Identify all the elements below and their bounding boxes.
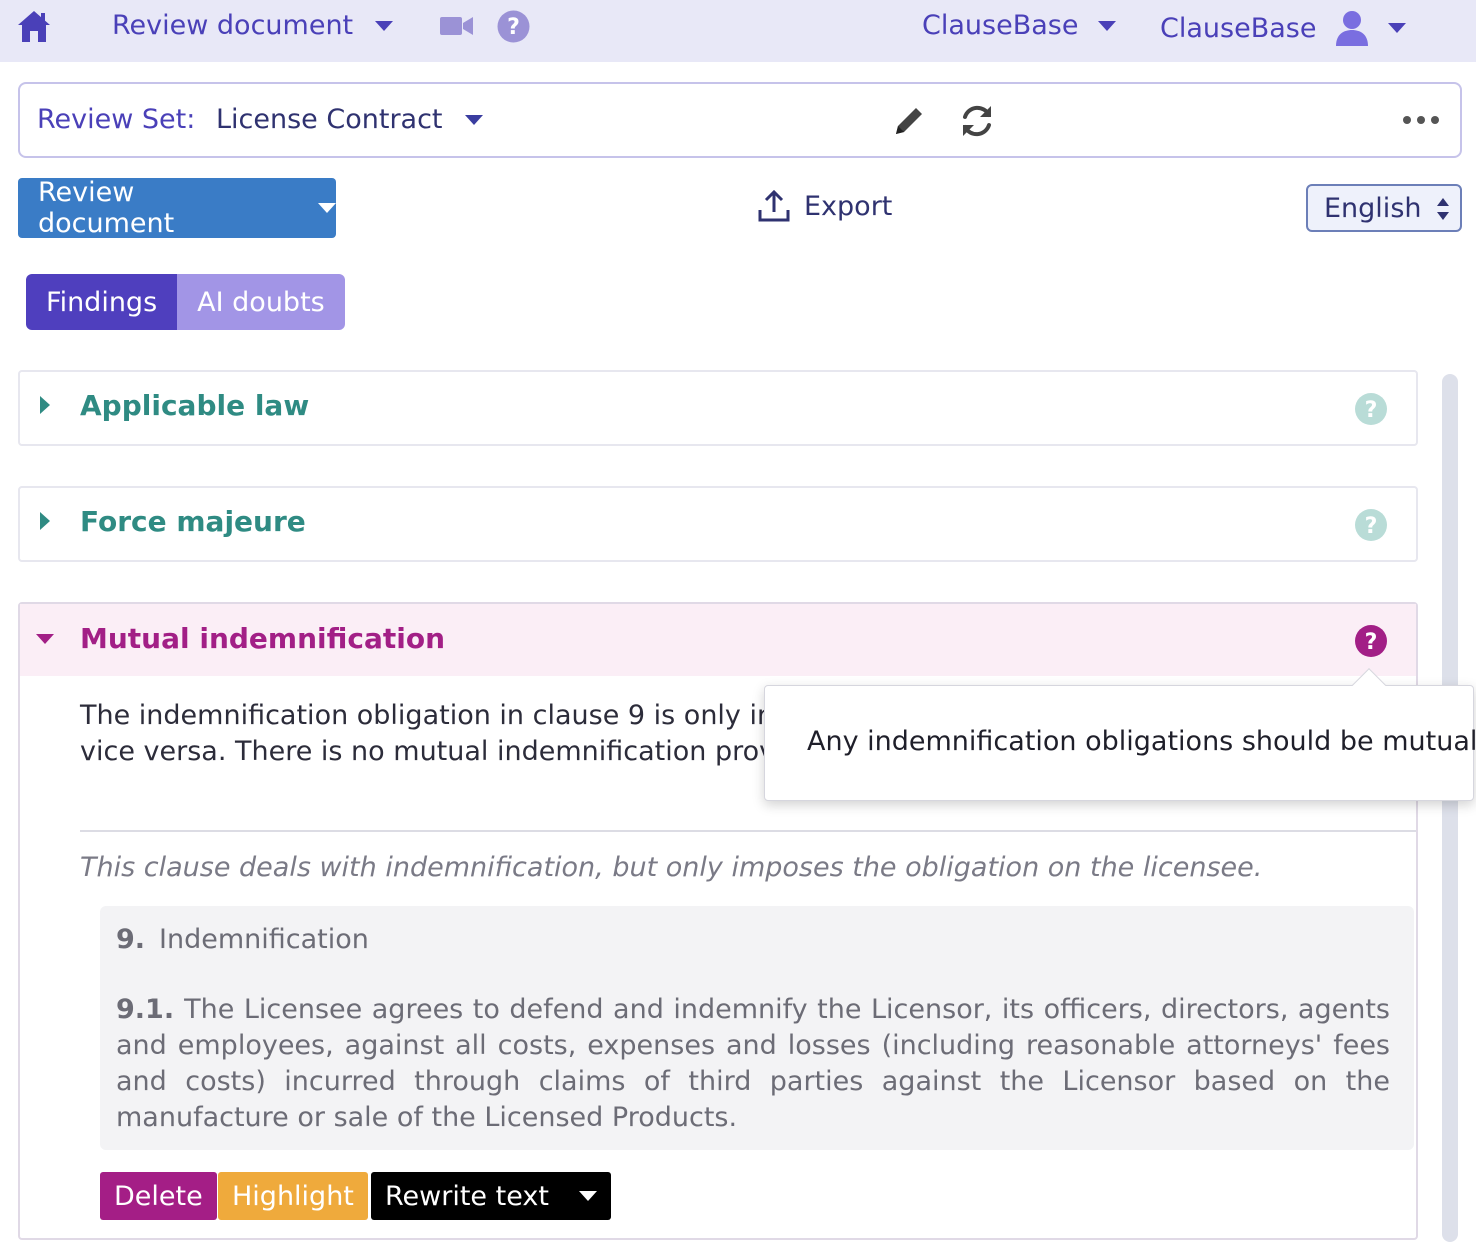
export-button[interactable]: Export — [756, 188, 892, 224]
expand-arrow-icon — [40, 396, 50, 414]
review-set-value: License Contract — [216, 104, 443, 135]
clause-body: 9.1. The Licensee agrees to defend and in… — [116, 992, 1390, 1136]
finding-note: This clause deals with indemnification, … — [80, 852, 1263, 883]
up-down-arrows-icon — [1437, 198, 1449, 220]
help-icon[interactable]: ? — [1354, 624, 1388, 658]
panel-header[interactable]: Mutual indemnification ? — [20, 604, 1416, 676]
svg-text:?: ? — [1365, 514, 1378, 539]
tab-findings[interactable]: Findings — [26, 274, 178, 330]
workspace-menu[interactable]: ClauseBase — [922, 10, 1117, 41]
chevron-down-icon — [318, 203, 336, 213]
chevron-down-icon — [375, 20, 394, 31]
review-document-button[interactable]: Review document — [18, 177, 336, 239]
chevron-down-icon — [464, 114, 483, 125]
review-set-bar: Review Set: License Contract — [18, 82, 1462, 158]
panel-title: Mutual indemnification — [80, 622, 446, 655]
review-document-label: Review document — [38, 177, 175, 239]
panel-force-majeure[interactable]: Force majeure ? — [18, 486, 1418, 562]
home-icon[interactable] — [16, 8, 52, 44]
rewrite-text-label: Rewrite text — [385, 1180, 549, 1212]
svg-text:?: ? — [1365, 398, 1378, 423]
help-icon[interactable]: ? — [1354, 508, 1388, 542]
user-menu[interactable]: ClauseBase — [1160, 10, 1407, 46]
clause-excerpt: 9. Indemnification 9.1. The Licensee agree… — [100, 906, 1414, 1150]
chevron-down-icon — [578, 1191, 597, 1201]
nav-title-label: Review document — [112, 10, 354, 41]
panel-applicable-law[interactable]: Applicable law ? — [18, 370, 1418, 446]
review-set-label: Review Set: — [37, 104, 196, 135]
highlight-button[interactable]: Highlight — [218, 1172, 368, 1220]
rewrite-text-button[interactable]: Rewrite text — [371, 1172, 611, 1220]
refresh-icon[interactable] — [958, 102, 996, 140]
user-label: ClauseBase — [1160, 12, 1317, 44]
export-label: Export — [804, 190, 893, 222]
clause-subnumber: 9.1. — [116, 994, 175, 1025]
clause-number: 9. — [116, 924, 146, 955]
findings-tabs: Findings AI doubts — [26, 274, 345, 330]
tooltip-text: Any indemnification obligations should b… — [807, 726, 1476, 757]
user-icon — [1336, 11, 1369, 46]
nav-review-document-menu[interactable]: Review document — [112, 10, 394, 41]
pencil-icon[interactable] — [892, 104, 926, 138]
help-icon[interactable]: ? — [1354, 392, 1388, 426]
chevron-down-icon — [1388, 23, 1407, 33]
more-options-icon[interactable] — [1402, 110, 1440, 130]
divider — [80, 830, 1416, 832]
chevron-down-icon — [1098, 20, 1117, 31]
delete-button[interactable]: Delete — [100, 1172, 217, 1220]
help-tooltip: Any indemnification obligations should b… — [764, 668, 1476, 801]
help-icon[interactable]: ? — [497, 10, 530, 43]
svg-text:?: ? — [1365, 630, 1378, 655]
video-camera-icon[interactable] — [440, 15, 474, 37]
review-set-select[interactable]: License Contract — [216, 104, 483, 135]
clause-heading: 9. Indemnification — [116, 924, 369, 955]
clause-body-text: The Licensee agrees to defend and indemn… — [116, 994, 1390, 1133]
top-bar: Review document ? ClauseBase ClauseBase — [0, 0, 1476, 62]
panel-title: Applicable law — [80, 389, 310, 422]
language-value: English — [1324, 192, 1422, 224]
collapse-arrow-icon — [36, 634, 54, 644]
clause-heading-text: Indemnification — [159, 924, 369, 955]
language-select[interactable]: English — [1306, 184, 1462, 232]
panel-title: Force majeure — [80, 505, 306, 538]
upload-icon — [758, 189, 790, 222]
expand-arrow-icon — [40, 512, 50, 530]
svg-text:?: ? — [507, 15, 520, 40]
tab-ai-doubts[interactable]: AI doubts — [177, 274, 345, 330]
workspace-label: ClauseBase — [922, 10, 1079, 41]
scrollbar[interactable] — [1442, 374, 1458, 1242]
